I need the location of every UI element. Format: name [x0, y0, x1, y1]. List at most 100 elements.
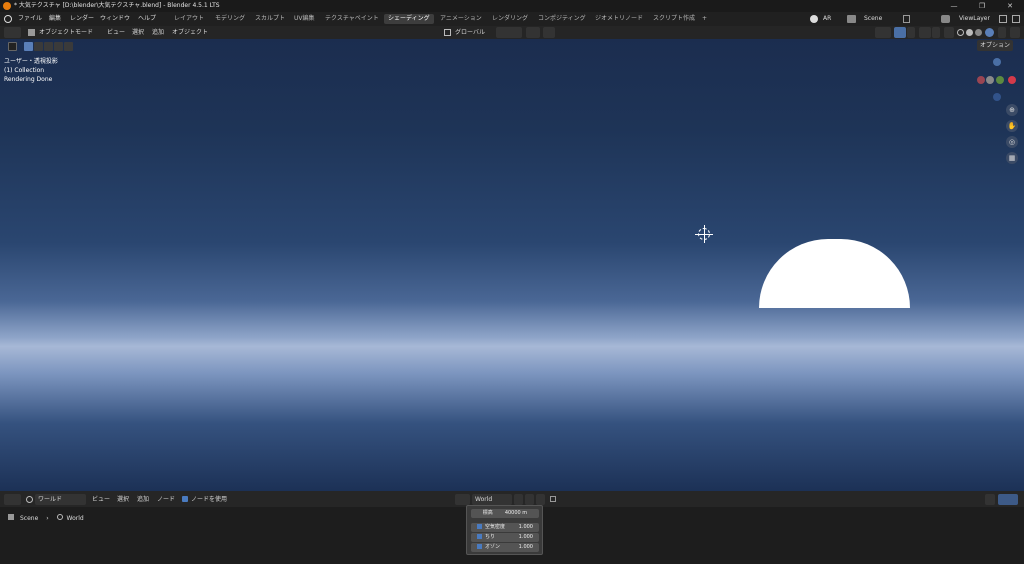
- overlay-node-dropdown[interactable]: [998, 494, 1018, 505]
- top-menubar: ファイル 編集 レンダー ウィンドウ ヘルプ レイアウト モデリング スカルプト…: [0, 12, 1024, 26]
- viewport-menu-object[interactable]: オブジェクト: [169, 27, 211, 38]
- window-title: * 大気テクスチャ [D:\blender\大気テクスチャ.blend] - B…: [14, 2, 220, 9]
- object-mode-dropdown[interactable]: オブジェクトモード: [36, 27, 96, 38]
- ar-label[interactable]: AR: [823, 12, 831, 26]
- ozone-density-label: オゾン: [485, 544, 501, 550]
- tab-layout[interactable]: レイアウト: [170, 14, 208, 24]
- breadcrumb-scene: Scene: [20, 515, 39, 522]
- world-browse-dropdown[interactable]: [455, 494, 470, 505]
- z-axis-gizmo[interactable]: [993, 58, 1001, 66]
- menu-edit[interactable]: 編集: [49, 12, 61, 26]
- socket-icon: [477, 534, 482, 539]
- ozone-density-field[interactable]: オゾン 1.000: [471, 543, 539, 552]
- altitude-value: 40000 m: [504, 510, 528, 516]
- wireframe-shading-icon[interactable]: [957, 29, 964, 36]
- 3d-cursor[interactable]: [695, 225, 713, 243]
- options-dropdown[interactable]: オプション: [977, 40, 1014, 51]
- gizmo-dropdown[interactable]: [907, 27, 915, 38]
- maximize-button[interactable]: ❐: [968, 0, 996, 12]
- air-density-field[interactable]: 空気密度 1.000: [471, 523, 539, 532]
- y-axis-gizmo[interactable]: [996, 76, 1004, 84]
- menu-file[interactable]: ファイル: [18, 12, 42, 26]
- new-view-layer-icon[interactable]: [999, 15, 1007, 23]
- view-layer-selector[interactable]: ViewLayer: [959, 12, 990, 26]
- tab-scripting[interactable]: スクリプト作成: [649, 14, 699, 24]
- overlay-dropdown[interactable]: [932, 27, 940, 38]
- node-editor-type-dropdown[interactable]: [4, 494, 21, 505]
- dust-density-field[interactable]: ちり 1.000: [471, 533, 539, 542]
- shader-type-dropdown[interactable]: ワールド: [35, 494, 86, 505]
- sky-texture-node[interactable]: 標高 40000 m 空気密度 1.000 ちり 1.000 オゾン 1.000: [466, 505, 543, 555]
- xray-toggle[interactable]: [944, 27, 954, 38]
- tab-modeling[interactable]: モデリング: [211, 14, 249, 24]
- snap-target-dropdown[interactable]: [543, 27, 555, 38]
- pin-icon[interactable]: [550, 496, 556, 502]
- node-menu-view[interactable]: ビュー: [89, 494, 113, 505]
- select-subtract-icon[interactable]: [44, 42, 53, 51]
- select-extend-icon[interactable]: [34, 42, 43, 51]
- tab-rendering[interactable]: レンダリング: [488, 14, 532, 24]
- pivot-point-dropdown[interactable]: [496, 27, 522, 38]
- tab-texture-paint[interactable]: テクスチャペイント: [321, 14, 383, 24]
- pin-scene-icon[interactable]: [903, 15, 910, 23]
- tab-sculpt[interactable]: スカルプト: [251, 14, 289, 24]
- blender-menu-icon[interactable]: [4, 15, 12, 23]
- node-menu-node[interactable]: ノード: [154, 494, 178, 505]
- select-invert-icon[interactable]: [54, 42, 63, 51]
- unlink-world-button[interactable]: [536, 494, 545, 505]
- tab-shading[interactable]: シェーディング: [384, 14, 434, 24]
- menu-window[interactable]: ウィンドウ: [100, 12, 130, 26]
- viewport-info-overlay: ユーザー・透視投影 (1) Collection Rendering Done: [4, 57, 58, 84]
- node-menu-add[interactable]: 追加: [134, 494, 152, 505]
- tab-uv-edit[interactable]: UV編集: [290, 14, 319, 24]
- add-workspace-button[interactable]: +: [698, 14, 711, 24]
- editor-type-dropdown[interactable]: [4, 27, 21, 38]
- rendered-shading-icon[interactable]: [985, 28, 994, 37]
- zoom-icon[interactable]: ⊕: [1006, 104, 1018, 116]
- tab-compositing[interactable]: コンポジティング: [534, 14, 590, 24]
- neg-x-axis-gizmo[interactable]: [977, 76, 985, 84]
- breadcrumb-separator: ›: [46, 515, 49, 522]
- viewport-menu-add[interactable]: 追加: [149, 27, 167, 38]
- remove-view-layer-icon[interactable]: [1012, 15, 1020, 23]
- snap-node-toggle[interactable]: [985, 494, 995, 505]
- neg-z-axis-gizmo[interactable]: [993, 93, 1001, 101]
- view-center-gizmo[interactable]: [986, 76, 994, 84]
- use-nodes-label: ノードを使用: [191, 496, 228, 503]
- render-status-label: Rendering Done: [4, 76, 53, 83]
- solid-shading-icon[interactable]: [966, 29, 973, 36]
- snap-toggle[interactable]: [526, 27, 540, 38]
- menu-render[interactable]: レンダー: [70, 12, 94, 26]
- pan-hand-icon[interactable]: ✋: [1006, 120, 1018, 132]
- altitude-field[interactable]: 標高 40000 m: [471, 509, 539, 518]
- menu-help[interactable]: ヘルプ: [138, 12, 156, 26]
- shading-dropdown[interactable]: [998, 27, 1006, 38]
- perspective-grid-icon[interactable]: ▦: [1006, 152, 1018, 164]
- viewport-menu-view[interactable]: ビュー: [104, 27, 128, 38]
- viewport-tool-row: オプション: [0, 39, 1024, 54]
- scene-selector[interactable]: Scene: [864, 12, 882, 26]
- fake-user-button[interactable]: [514, 494, 523, 505]
- overlay-toggle[interactable]: [919, 27, 931, 38]
- visibility-dropdown[interactable]: [875, 27, 891, 38]
- node-menu-select[interactable]: 選択: [114, 494, 132, 505]
- close-button[interactable]: ✕: [996, 0, 1024, 12]
- tab-geometry-nodes[interactable]: ジオメトリノード: [591, 14, 647, 24]
- play-icon[interactable]: [8, 42, 17, 51]
- minimize-button[interactable]: —: [940, 0, 968, 12]
- tab-animation[interactable]: アニメーション: [436, 14, 486, 24]
- world-icon: [56, 514, 63, 520]
- select-intersect-icon[interactable]: [64, 42, 73, 51]
- view-layer-icon: [941, 15, 950, 23]
- pause-render-button[interactable]: [1010, 27, 1020, 38]
- viewport-menu-select[interactable]: 選択: [129, 27, 147, 38]
- camera-view-icon[interactable]: ◎: [1006, 136, 1018, 148]
- transform-orientation-dropdown[interactable]: グローバル: [452, 27, 488, 38]
- duplicate-world-button[interactable]: [525, 494, 534, 505]
- material-shading-icon[interactable]: [975, 29, 982, 36]
- proportional-edit-toggle[interactable]: [558, 27, 568, 38]
- world-name-field[interactable]: World: [472, 494, 512, 505]
- x-axis-gizmo[interactable]: [1008, 76, 1016, 84]
- gizmo-toggle[interactable]: [894, 27, 906, 38]
- select-new-icon[interactable]: [24, 42, 33, 51]
